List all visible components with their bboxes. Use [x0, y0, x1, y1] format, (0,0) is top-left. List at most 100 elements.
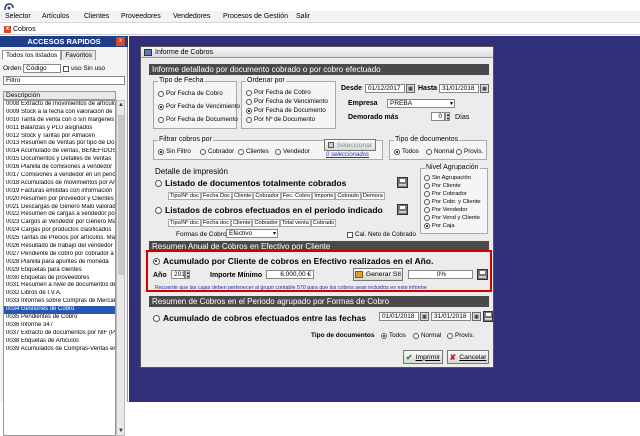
radio-tipo-doc2-provis[interactable]: Provis.: [447, 332, 474, 339]
list-scrollbar[interactable]: ▲ ▼: [116, 100, 125, 436]
list-item[interactable]: 0011 Balanzas y PLU asignados: [4, 125, 115, 133]
list-item[interactable]: 0015 Documentos y Detalles de Ventas: [4, 156, 115, 164]
radio-tipo-fecha-cobro[interactable]: Por Fecha de Cobro: [158, 90, 223, 97]
list-item[interactable]: 0029 Etiquetas para clientes: [4, 267, 115, 275]
demorado-spinner[interactable]: ▲ ▼: [445, 112, 450, 121]
cancelar-button[interactable]: ✘ Cancelar: [447, 350, 489, 364]
desde-date-field[interactable]: 01/12/2017: [365, 84, 405, 93]
radio-agrup-sin[interactable]: Sin Agrupación: [424, 175, 471, 181]
list-item[interactable]: 0014 Acumulado de ventas, BENEFIDOS: [4, 148, 115, 156]
radio-tipo-doc2-normal[interactable]: Normal: [413, 332, 441, 339]
formas-cobro-select[interactable]: Efectivo: [226, 229, 278, 238]
list-item[interactable]: 0020 Resumen por proveedor y Clientes: [4, 196, 115, 204]
list-item[interactable]: 0022 Resumen de cargas a vendedor po: [4, 211, 115, 219]
menu-clientes[interactable]: Clientes: [84, 13, 109, 20]
column-header: Fec. Cobro: [280, 192, 313, 200]
radio-agrup-caja[interactable]: Por Caja: [424, 223, 455, 229]
radio-agrup-cobr-cliente[interactable]: Por Cobr. y Cliente: [424, 199, 481, 205]
menu-selector[interactable]: Selector: [5, 13, 31, 20]
orden-select[interactable]: Código: [23, 64, 62, 73]
radio-tipo-doc-normal[interactable]: Normal: [426, 148, 454, 155]
radio-orden-num-documento[interactable]: Por Nº de Documento: [246, 116, 315, 123]
calendar-hasta-icon[interactable]: ▦: [480, 84, 489, 93]
menu-articulos[interactable]: Artículos: [42, 13, 69, 20]
print-acumulado-fechas-icon[interactable]: [483, 311, 493, 322]
list-item[interactable]: 0026 Resultado de trabajo del vendedor: [4, 243, 115, 251]
list-item[interactable]: 0030 Etiquetas de proveedores: [4, 275, 115, 283]
demorado-days-field[interactable]: 0: [431, 112, 445, 121]
list-item[interactable]: 0027 Pendiente de cobro por cobrador a: [4, 251, 115, 259]
scroll-thumb[interactable]: [118, 115, 124, 275]
close-tab-icon[interactable]: x: [4, 25, 11, 33]
radio-tipo-doc-todos[interactable]: Todos: [394, 148, 419, 155]
radio-agrup-cobrador[interactable]: Por Cobrador: [424, 191, 467, 197]
list-item[interactable]: 0016 Planilla de comisiones a vendedor: [4, 164, 115, 172]
fecha-fin-field[interactable]: 31/01/2018: [431, 312, 471, 321]
list-item[interactable]: 0038 Etiquetas de Artículos: [4, 338, 115, 346]
list-item[interactable]: 0017 Comisiones a vendedor en un perio: [4, 172, 115, 180]
list-item[interactable]: 0039 Acumulados de Compras-Ventas en: [4, 346, 115, 354]
calendar-fecha-fin-icon[interactable]: ▦: [472, 312, 481, 321]
menu-proveedores[interactable]: Proveedores: [121, 13, 161, 20]
fecha-inicio-field[interactable]: 01/01/2018: [379, 312, 419, 321]
radio-tipo-doc2-todos[interactable]: Todos: [381, 332, 406, 339]
list-item[interactable]: 0037 Extracto de documentos por NIF (Pu: [4, 330, 115, 338]
radio-tipo-fecha-documento[interactable]: Por Fecha de Documento: [158, 116, 238, 123]
radio-filtro-cobrador[interactable]: Cobrador: [200, 148, 234, 155]
radio-orden-documento[interactable]: Por Fecha de Documento: [246, 107, 326, 114]
list-item[interactable]: 0031 Resumen a nivel de documentos de: [4, 282, 115, 290]
calendar-fecha-inicio-icon[interactable]: ▦: [420, 312, 429, 321]
tab-todos-listados[interactable]: Todos los listados: [2, 50, 62, 60]
list-item[interactable]: 0008 Extracto de movimientos de artículo: [4, 101, 115, 109]
menu-procesos-gestion[interactable]: Procesos de Gestión: [223, 13, 288, 20]
cal-neto-checkbox[interactable]: Cal. Neto de Cobrado: [347, 231, 416, 238]
radio-tipo-doc-provis[interactable]: Provis.: [456, 148, 483, 155]
list-item[interactable]: 0013 Resumen de Ventas por tipo de Do: [4, 140, 115, 148]
calendar-desde-icon[interactable]: ▦: [406, 84, 415, 93]
uso-checkbox[interactable]: [63, 65, 70, 72]
list-column-header[interactable]: Descripción: [3, 91, 116, 100]
radio-acumulado-fechas[interactable]: Acumulado de cobros efectuados entre las…: [153, 313, 366, 323]
menu-salir[interactable]: Salir: [296, 13, 310, 20]
radio-filtro-sin-filtro[interactable]: Sin Filtro: [158, 148, 191, 155]
tab-favoritos[interactable]: Favoritos: [61, 50, 97, 60]
list-item[interactable]: 0018 Acumulados de movimientos por Ar: [4, 180, 115, 188]
list-item[interactable]: 0010 Tarifa de venta con o sin márgenes: [4, 117, 115, 125]
radio-tipo-fecha-vencimiento[interactable]: Por Fecha de Vencimiento: [158, 103, 240, 110]
radio-listado-cobros[interactable]: Listados de cobros efectuados en el peri…: [155, 205, 383, 215]
list-item[interactable]: 0028 Planilla para apuntes de moneda: [4, 259, 115, 267]
list-item[interactable]: 0025 Tarifas de Precios por artículos. M…: [4, 235, 115, 243]
tab-cobros[interactable]: x Cobros: [4, 24, 36, 34]
list-item[interactable]: 0009 Stock a la fecha con valoración de: [4, 109, 115, 117]
list-item[interactable]: 0033 Informes sobre Compras de Mercan: [4, 298, 115, 306]
menu-vendedores[interactable]: Vendedores: [173, 13, 210, 20]
list-item[interactable]: 0035 Pendientes de Cobro: [4, 314, 115, 322]
radio-agrup-vendedor[interactable]: Por Vendedor: [424, 207, 467, 213]
scroll-up-icon[interactable]: ▲: [117, 101, 125, 109]
list-item[interactable]: 0024 Cargas por productos clasificados: [4, 227, 115, 235]
empresa-select[interactable]: PREBA: [387, 99, 455, 108]
radio-orden-vencimiento[interactable]: Por Fecha de Vencimiento: [246, 98, 328, 105]
radio-listado-documentos[interactable]: Listado de documentos totalmente cobrado…: [155, 178, 346, 188]
list-item[interactable]: 0023 Cargos al Vendedor por Género Ma: [4, 219, 115, 227]
radio-agrup-cliente[interactable]: Por Cliente: [424, 183, 461, 189]
radio-orden-cobro[interactable]: Por Fecha de Cobro: [246, 89, 311, 96]
radio-filtro-vendedor[interactable]: Vendedor: [275, 148, 310, 155]
imprimir-button[interactable]: ✔ Imprimir: [403, 350, 443, 364]
radio-filtro-clientes[interactable]: Clientes: [238, 148, 269, 155]
list-item[interactable]: 0036 Informe 347: [4, 322, 115, 330]
list-item[interactable]: 0034 Gestiones de Cobro: [4, 306, 115, 315]
list-item[interactable]: 0021 Descargas de Género Malo valorad: [4, 204, 115, 212]
print-listado-documentos-icon[interactable]: [397, 177, 408, 188]
tipo-documentos-group: Tipo de documentos Todos Normal Provis.: [389, 136, 487, 160]
radio-agrup-vend-cliente[interactable]: Por Vend y Cliente: [424, 215, 480, 221]
list-item[interactable]: 0032 Libros de I.V.A.: [4, 290, 115, 298]
hasta-date-field[interactable]: 31/01/2018: [439, 84, 479, 93]
filtro-input[interactable]: Filtro: [3, 76, 125, 85]
seleccionar-button[interactable]: Seleccionar: [324, 139, 376, 151]
print-listado-cobros-icon[interactable]: [397, 204, 408, 215]
sidebar-close-icon[interactable]: x: [116, 37, 125, 46]
scroll-down-icon[interactable]: ▼: [117, 427, 125, 435]
list-item[interactable]: 0012 Stock y Tarifas por Almacén: [4, 133, 115, 141]
list-item[interactable]: 0019 Facturas emitidas con información: [4, 188, 115, 196]
